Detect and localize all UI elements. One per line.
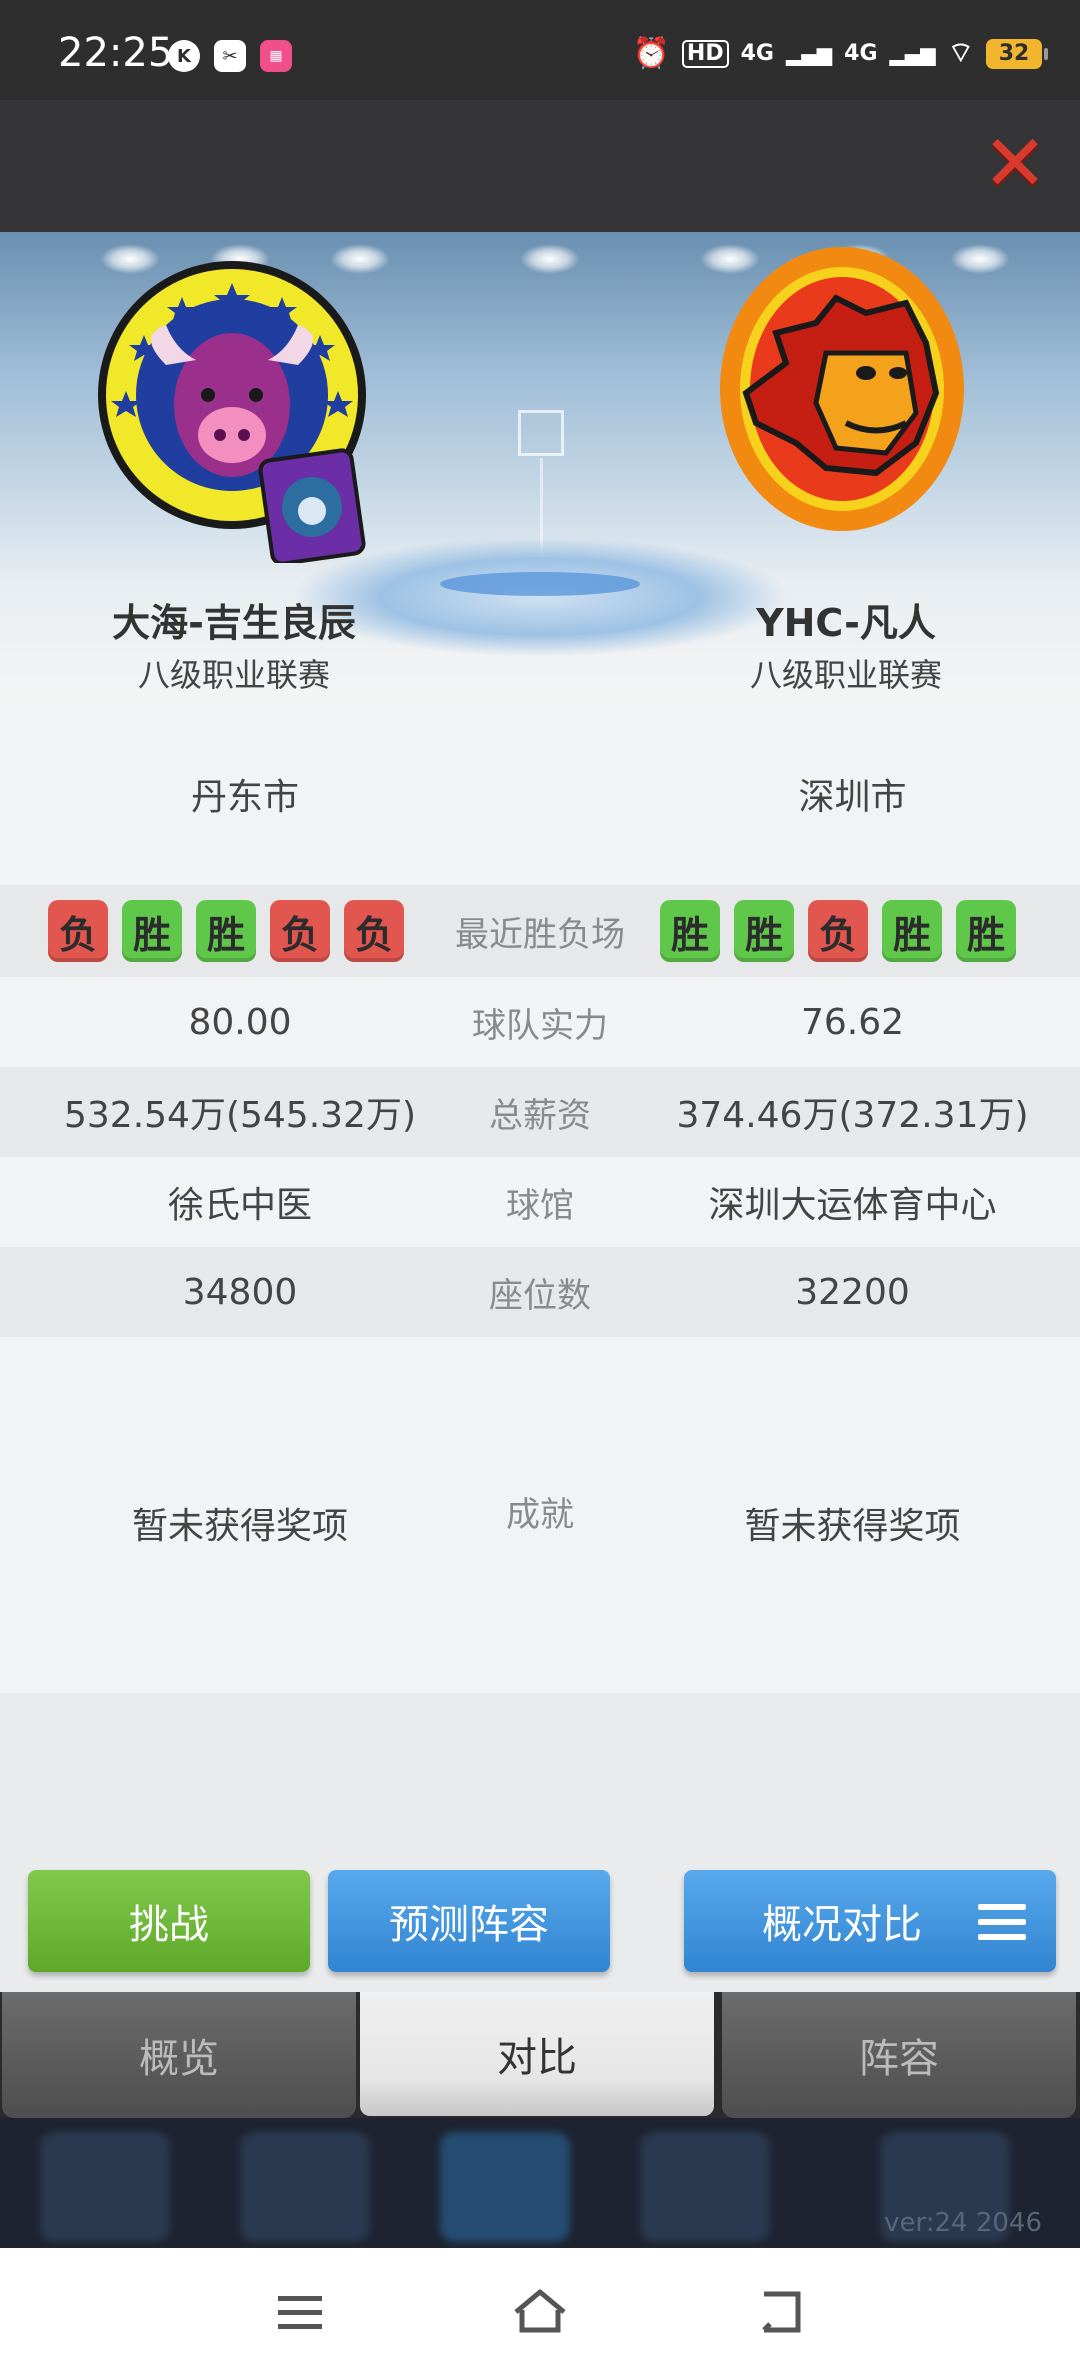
right-city: 深圳市 <box>798 776 907 818</box>
right-salary: 374.46万(372.31万) <box>676 1095 1029 1136</box>
result-badge: 胜 <box>196 900 256 962</box>
close-icon[interactable]: ✕ <box>980 125 1050 203</box>
dock-icon <box>640 2132 770 2242</box>
overview-compare-button[interactable]: 概况对比 <box>684 1870 1056 1972</box>
achievements-label: 成就 <box>506 1495 574 1535</box>
tab-overview[interactable]: 概览 <box>2 1992 356 2118</box>
status-left-icons: K ✂ ▦ <box>168 40 292 72</box>
challenge-button[interactable]: 挑战 <box>28 1870 310 1972</box>
dialog-header: ✕ <box>0 100 1080 232</box>
result-badge: 负 <box>48 900 108 962</box>
left-achievements: 暂未获得奖项 <box>131 1506 348 1547</box>
right-team-name: YHC-凡人 <box>756 601 936 645</box>
salary-row: 532.54万(545.32万) 总薪资 374.46万(372.31万) <box>0 1067 1080 1157</box>
right-strength: 76.62 <box>800 1001 905 1043</box>
right-arena: 深圳大运体育中心 <box>708 1185 997 1226</box>
status-right-icons: ⏰ HD 4G ▂▄▆ 4G ▂▄▆ ⌔ 32 <box>632 36 1048 71</box>
left-seats: 34800 <box>182 1271 298 1313</box>
recent-apps-icon[interactable] <box>270 2282 330 2342</box>
result-badge: 胜 <box>660 900 720 962</box>
dock-icon <box>440 2132 570 2242</box>
signal-icon: ▂▄▆ <box>785 41 833 66</box>
scissors-icon: ✂ <box>214 40 246 72</box>
recent-results-row: 负 胜 胜 负 负 最近胜负场 胜 胜 负 胜 胜 <box>0 885 1080 977</box>
left-arena: 徐氏中医 <box>167 1185 312 1226</box>
result-badge: 胜 <box>122 900 182 962</box>
basketball-hoop-icon <box>518 410 564 456</box>
seats-row: 34800 座位数 32200 <box>0 1247 1080 1337</box>
city-row: 丹东市 深圳市 <box>0 702 1080 885</box>
alarm-icon: ⏰ <box>632 36 670 71</box>
wifi-icon: ⌔ <box>947 36 974 69</box>
result-badge: 胜 <box>956 900 1016 962</box>
right-team-league: 八级职业联赛 <box>749 656 942 694</box>
result-badge: 胜 <box>882 900 942 962</box>
left-recent-results: 负 胜 胜 负 负 <box>48 900 404 962</box>
court-center <box>440 572 640 596</box>
result-badge: 负 <box>344 900 404 962</box>
predict-lineup-label: 预测阵容 <box>389 1902 549 1948</box>
back-icon[interactable] <box>750 2282 810 2342</box>
predict-lineup-button[interactable]: 预测阵容 <box>328 1870 610 1972</box>
arena-label: 球馆 <box>506 1185 574 1226</box>
recent-results-label: 最近胜负场 <box>455 914 625 955</box>
challenge-label: 挑战 <box>129 1902 209 1948</box>
status-time: 22:25 <box>58 30 174 76</box>
strength-row: 80.00 球队实力 76.62 <box>0 977 1080 1067</box>
status-bar: 22:25 K ✂ ▦ ⏰ HD 4G ▂▄▆ 4G ▂▄▆ ⌔ 32 <box>0 0 1080 100</box>
strength-label: 球队实力 <box>472 1005 608 1046</box>
right-achievements: 暂未获得奖项 <box>744 1506 961 1547</box>
battery-icon: 32 <box>986 38 1048 69</box>
network-4g-2: 4G <box>844 40 878 66</box>
left-team-name: 大海-吉生良辰 <box>112 601 356 645</box>
tab-lineup[interactable]: 阵容 <box>722 1992 1076 2118</box>
dock-icon <box>240 2132 370 2242</box>
system-nav-bar <box>0 2248 1080 2376</box>
seats-label: 座位数 <box>489 1275 591 1316</box>
menu-icon <box>978 1904 1026 1940</box>
result-badge: 负 <box>270 900 330 962</box>
left-city: 丹东市 <box>190 776 299 818</box>
team-logo-bison-icon[interactable] <box>96 255 368 563</box>
left-strength: 80.00 <box>188 1001 292 1043</box>
hd-badge: HD <box>681 39 729 68</box>
network-4g-1: 4G <box>740 40 774 66</box>
overview-compare-label: 概况对比 <box>762 1902 922 1948</box>
k-icon: K <box>168 40 200 72</box>
right-recent-results: 胜 胜 负 胜 胜 <box>660 900 1016 962</box>
salary-label: 总薪资 <box>489 1095 591 1136</box>
comparison-panel: 丹东市 深圳市 负 胜 胜 负 负 最近胜负场 胜 胜 负 胜 胜 80.00 … <box>0 702 1080 1992</box>
result-badge: 负 <box>808 900 868 962</box>
bottom-tabs: 概览 对比 阵容 <box>0 1992 1080 2118</box>
stadium-light <box>520 244 580 274</box>
arena-row: 徐氏中医 球馆 深圳大运体育中心 <box>0 1157 1080 1247</box>
left-salary: 532.54万(545.32万) <box>63 1095 417 1136</box>
left-team-league: 八级职业联赛 <box>137 656 330 694</box>
right-seats: 32200 <box>795 1271 910 1313</box>
version-label: ver:24 2046 <box>884 2208 1042 2238</box>
home-icon[interactable] <box>510 2282 570 2342</box>
tab-compare[interactable]: 对比 <box>360 1992 714 2116</box>
result-badge: 胜 <box>734 900 794 962</box>
pink-app-icon: ▦ <box>260 40 292 72</box>
dock-icon <box>40 2132 170 2242</box>
signal-icon-2: ▂▄▆ <box>889 41 936 66</box>
achievements-row: 暂未获得奖项 成就 暂未获得奖项 <box>0 1337 1080 1693</box>
blurred-dock: ver:24 2046 <box>0 2118 1080 2248</box>
team-logo-ape-icon[interactable] <box>716 243 968 535</box>
